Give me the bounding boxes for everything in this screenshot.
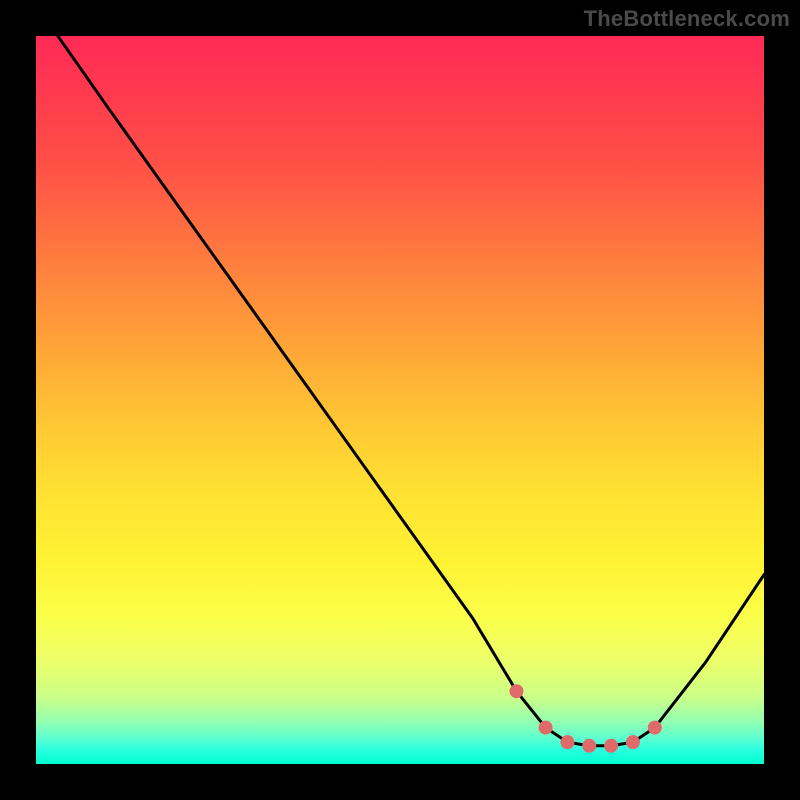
chart-frame: TheBottleneck.com xyxy=(0,0,800,800)
bottleneck-curve xyxy=(58,36,764,746)
highlight-dots xyxy=(509,684,661,753)
highlight-dot xyxy=(626,735,640,749)
highlight-dot xyxy=(604,739,618,753)
plot-area xyxy=(36,36,764,764)
watermark-text: TheBottleneck.com xyxy=(584,6,790,32)
highlight-dot xyxy=(648,721,662,735)
chart-svg xyxy=(36,36,764,764)
highlight-dot xyxy=(582,739,596,753)
highlight-dot xyxy=(560,735,574,749)
highlight-dot xyxy=(539,721,553,735)
highlight-dot xyxy=(509,684,523,698)
